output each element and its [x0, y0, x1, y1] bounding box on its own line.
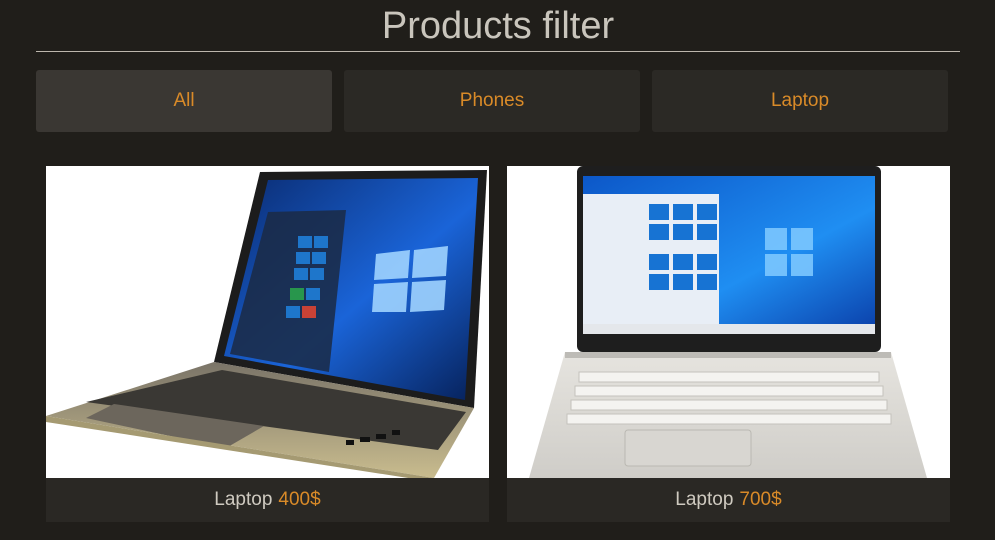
product-price: 700$	[739, 489, 782, 510]
product-caption: Laptop 700$	[507, 478, 950, 522]
product-name: Laptop	[214, 489, 273, 510]
filter-bar: All Phones Laptop	[36, 70, 960, 132]
product-name: Laptop	[675, 489, 734, 510]
page-title: Products filter	[381, 5, 615, 47]
product-caption: Laptop 400$	[46, 478, 489, 522]
filter-all-button[interactable]: All	[36, 70, 332, 132]
product-card[interactable]: Laptop 400$	[46, 166, 489, 522]
product-image	[46, 166, 489, 478]
product-price: 400$	[278, 489, 321, 510]
product-card[interactable]: Laptop 700$	[507, 166, 950, 522]
filter-phones-button[interactable]: Phones	[344, 70, 640, 132]
product-image	[507, 166, 950, 478]
filter-laptop-button[interactable]: Laptop	[652, 70, 948, 132]
laptop-image	[529, 166, 927, 478]
title-divider	[36, 51, 960, 52]
laptop-image	[46, 170, 487, 478]
